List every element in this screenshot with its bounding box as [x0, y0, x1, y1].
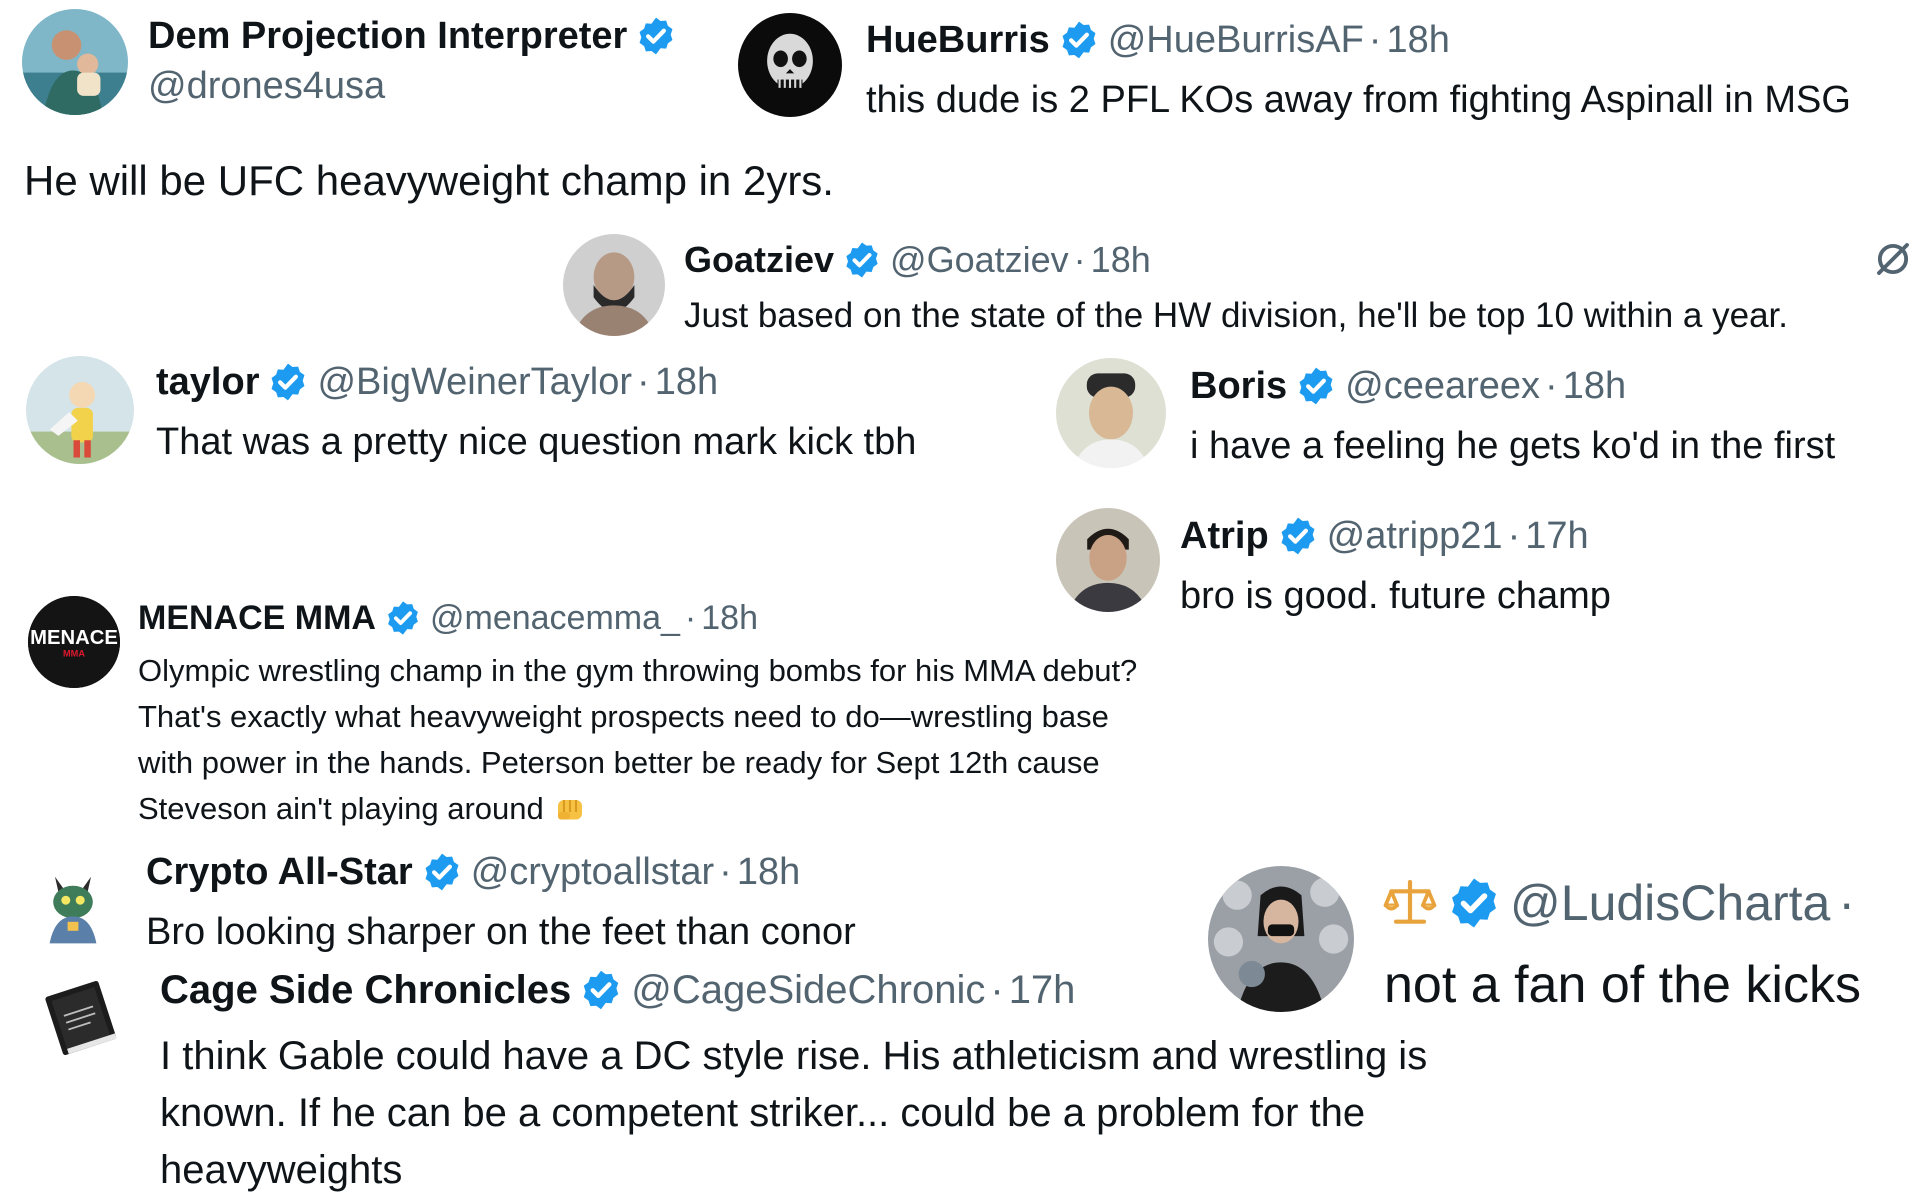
user-handle[interactable]: @HueBurrisAF	[1108, 19, 1364, 62]
post-time[interactable]: 18h	[701, 599, 758, 638]
post-text-line: Olympic wrestling champ in the gym throw…	[138, 653, 1138, 688]
user-avatar-icon[interactable]	[1056, 358, 1166, 468]
post-text-line: heavyweights	[160, 1148, 403, 1192]
user-handle[interactable]: @LudisCharta	[1510, 874, 1830, 932]
menace-logo-text: MENACE	[30, 627, 118, 649]
post-text: Bro looking sharper on the feet than con…	[146, 911, 856, 953]
post-text-line: known. If he can be a competent striker.…	[160, 1091, 1366, 1135]
separator-dot: ·	[1368, 18, 1382, 61]
user-avatar-icon[interactable]	[36, 968, 126, 1064]
user-handle[interactable]: @cryptoallstar	[471, 851, 714, 894]
separator-dot: ·	[1073, 239, 1086, 280]
post-time[interactable]: 17h	[1009, 968, 1076, 1013]
display-name[interactable]: MENACE MMA	[138, 599, 376, 638]
post-time[interactable]: 18h	[1386, 19, 1449, 62]
user-avatar-icon[interactable]	[1208, 866, 1354, 1012]
post-text: this dude is 2 PFL KOs away from fightin…	[866, 79, 1851, 121]
user-avatar-icon[interactable]	[26, 356, 134, 464]
user-handle[interactable]: @Goatziev	[890, 239, 1069, 281]
grok-slash-icon[interactable]	[1872, 238, 1914, 280]
display-name[interactable]: Goatziev	[684, 239, 834, 281]
post-text-block: I think Gable could have a DC style rise…	[160, 1028, 1427, 1199]
separator-dot: ·	[719, 850, 732, 893]
user-avatar-icon[interactable]	[22, 9, 128, 115]
user-handle[interactable]: @menacemma_	[430, 599, 680, 638]
verified-badge-icon[interactable]	[1446, 875, 1502, 931]
verified-badge-icon[interactable]	[1277, 515, 1319, 557]
post-time[interactable]: 18h	[1563, 365, 1626, 408]
post-text-block: Olympic wrestling champ in the gym throw…	[138, 648, 1137, 832]
separator-dot: ·	[990, 967, 1004, 1012]
post-text: i have a feeling he gets ko'd in the fir…	[1190, 425, 1836, 467]
menace-logo-subtext: MMA	[63, 649, 85, 659]
display-name[interactable]: Atrip	[1180, 515, 1269, 558]
post-text: That was a pretty nice question mark kic…	[156, 421, 917, 463]
separator-dot: ·	[637, 360, 650, 403]
user-handle[interactable]: @BigWeinerTaylor	[317, 361, 632, 404]
user-handle[interactable]: @CageSideChronic	[631, 968, 985, 1013]
scales-emoji-icon	[1382, 875, 1438, 931]
separator-dot: ·	[684, 598, 697, 637]
separator-dot: ·	[1838, 875, 1856, 931]
verified-badge-icon[interactable]	[421, 851, 463, 893]
post-text: Just based on the state of the HW divisi…	[684, 296, 1788, 335]
fist-emoji-icon	[552, 791, 588, 827]
verified-badge-icon[interactable]	[1295, 365, 1337, 407]
user-handle[interactable]: @ceeareex	[1345, 365, 1540, 408]
post-text-line: I think Gable could have a DC style rise…	[160, 1034, 1428, 1078]
post-text: not a fan of the kicks	[1384, 956, 1861, 1014]
verified-badge-icon[interactable]	[635, 15, 677, 57]
user-avatar-icon[interactable]: MENACE MMA	[28, 596, 120, 688]
post-text: He will be UFC heavyweight champ in 2yrs…	[24, 157, 834, 204]
post-text: bro is good. future champ	[1180, 575, 1611, 617]
separator-dot: ·	[1545, 364, 1558, 407]
verified-badge-icon[interactable]	[384, 599, 422, 637]
verified-badge-icon[interactable]	[579, 968, 623, 1012]
user-avatar-icon[interactable]	[563, 234, 665, 336]
post-time[interactable]: 18h	[1091, 239, 1151, 281]
user-avatar-icon[interactable]	[738, 13, 842, 117]
verified-badge-icon[interactable]	[842, 240, 882, 280]
display-name[interactable]: Boris	[1190, 365, 1287, 408]
post-time[interactable]: 17h	[1525, 515, 1588, 558]
verified-badge-icon[interactable]	[1058, 19, 1100, 61]
user-handle[interactable]: @drones4usa	[148, 65, 385, 108]
user-handle[interactable]: @atripp21	[1327, 515, 1503, 558]
verified-badge-icon[interactable]	[267, 361, 309, 403]
user-avatar-icon[interactable]	[1056, 508, 1160, 612]
separator-dot: ·	[1507, 514, 1521, 557]
post-text-line: Steveson ain't playing around	[138, 791, 544, 826]
display-name[interactable]: taylor	[156, 361, 259, 404]
post-text-line: with power in the hands. Peterson better…	[138, 745, 1100, 780]
post-time[interactable]: 18h	[737, 851, 800, 894]
display-name[interactable]: Cage Side Chronicles	[160, 968, 571, 1013]
user-avatar-icon[interactable]	[28, 854, 118, 950]
post-text-line: That's exactly what heavyweight prospect…	[138, 699, 1109, 734]
display-name[interactable]: Dem Projection Interpreter	[148, 15, 627, 58]
post-time[interactable]: 18h	[655, 361, 718, 404]
reply-collage: Dem Projection Interpreter @drones4usa H…	[0, 0, 1920, 1200]
display-name[interactable]: HueBurris	[866, 19, 1050, 62]
display-name[interactable]: Crypto All-Star	[146, 851, 413, 894]
